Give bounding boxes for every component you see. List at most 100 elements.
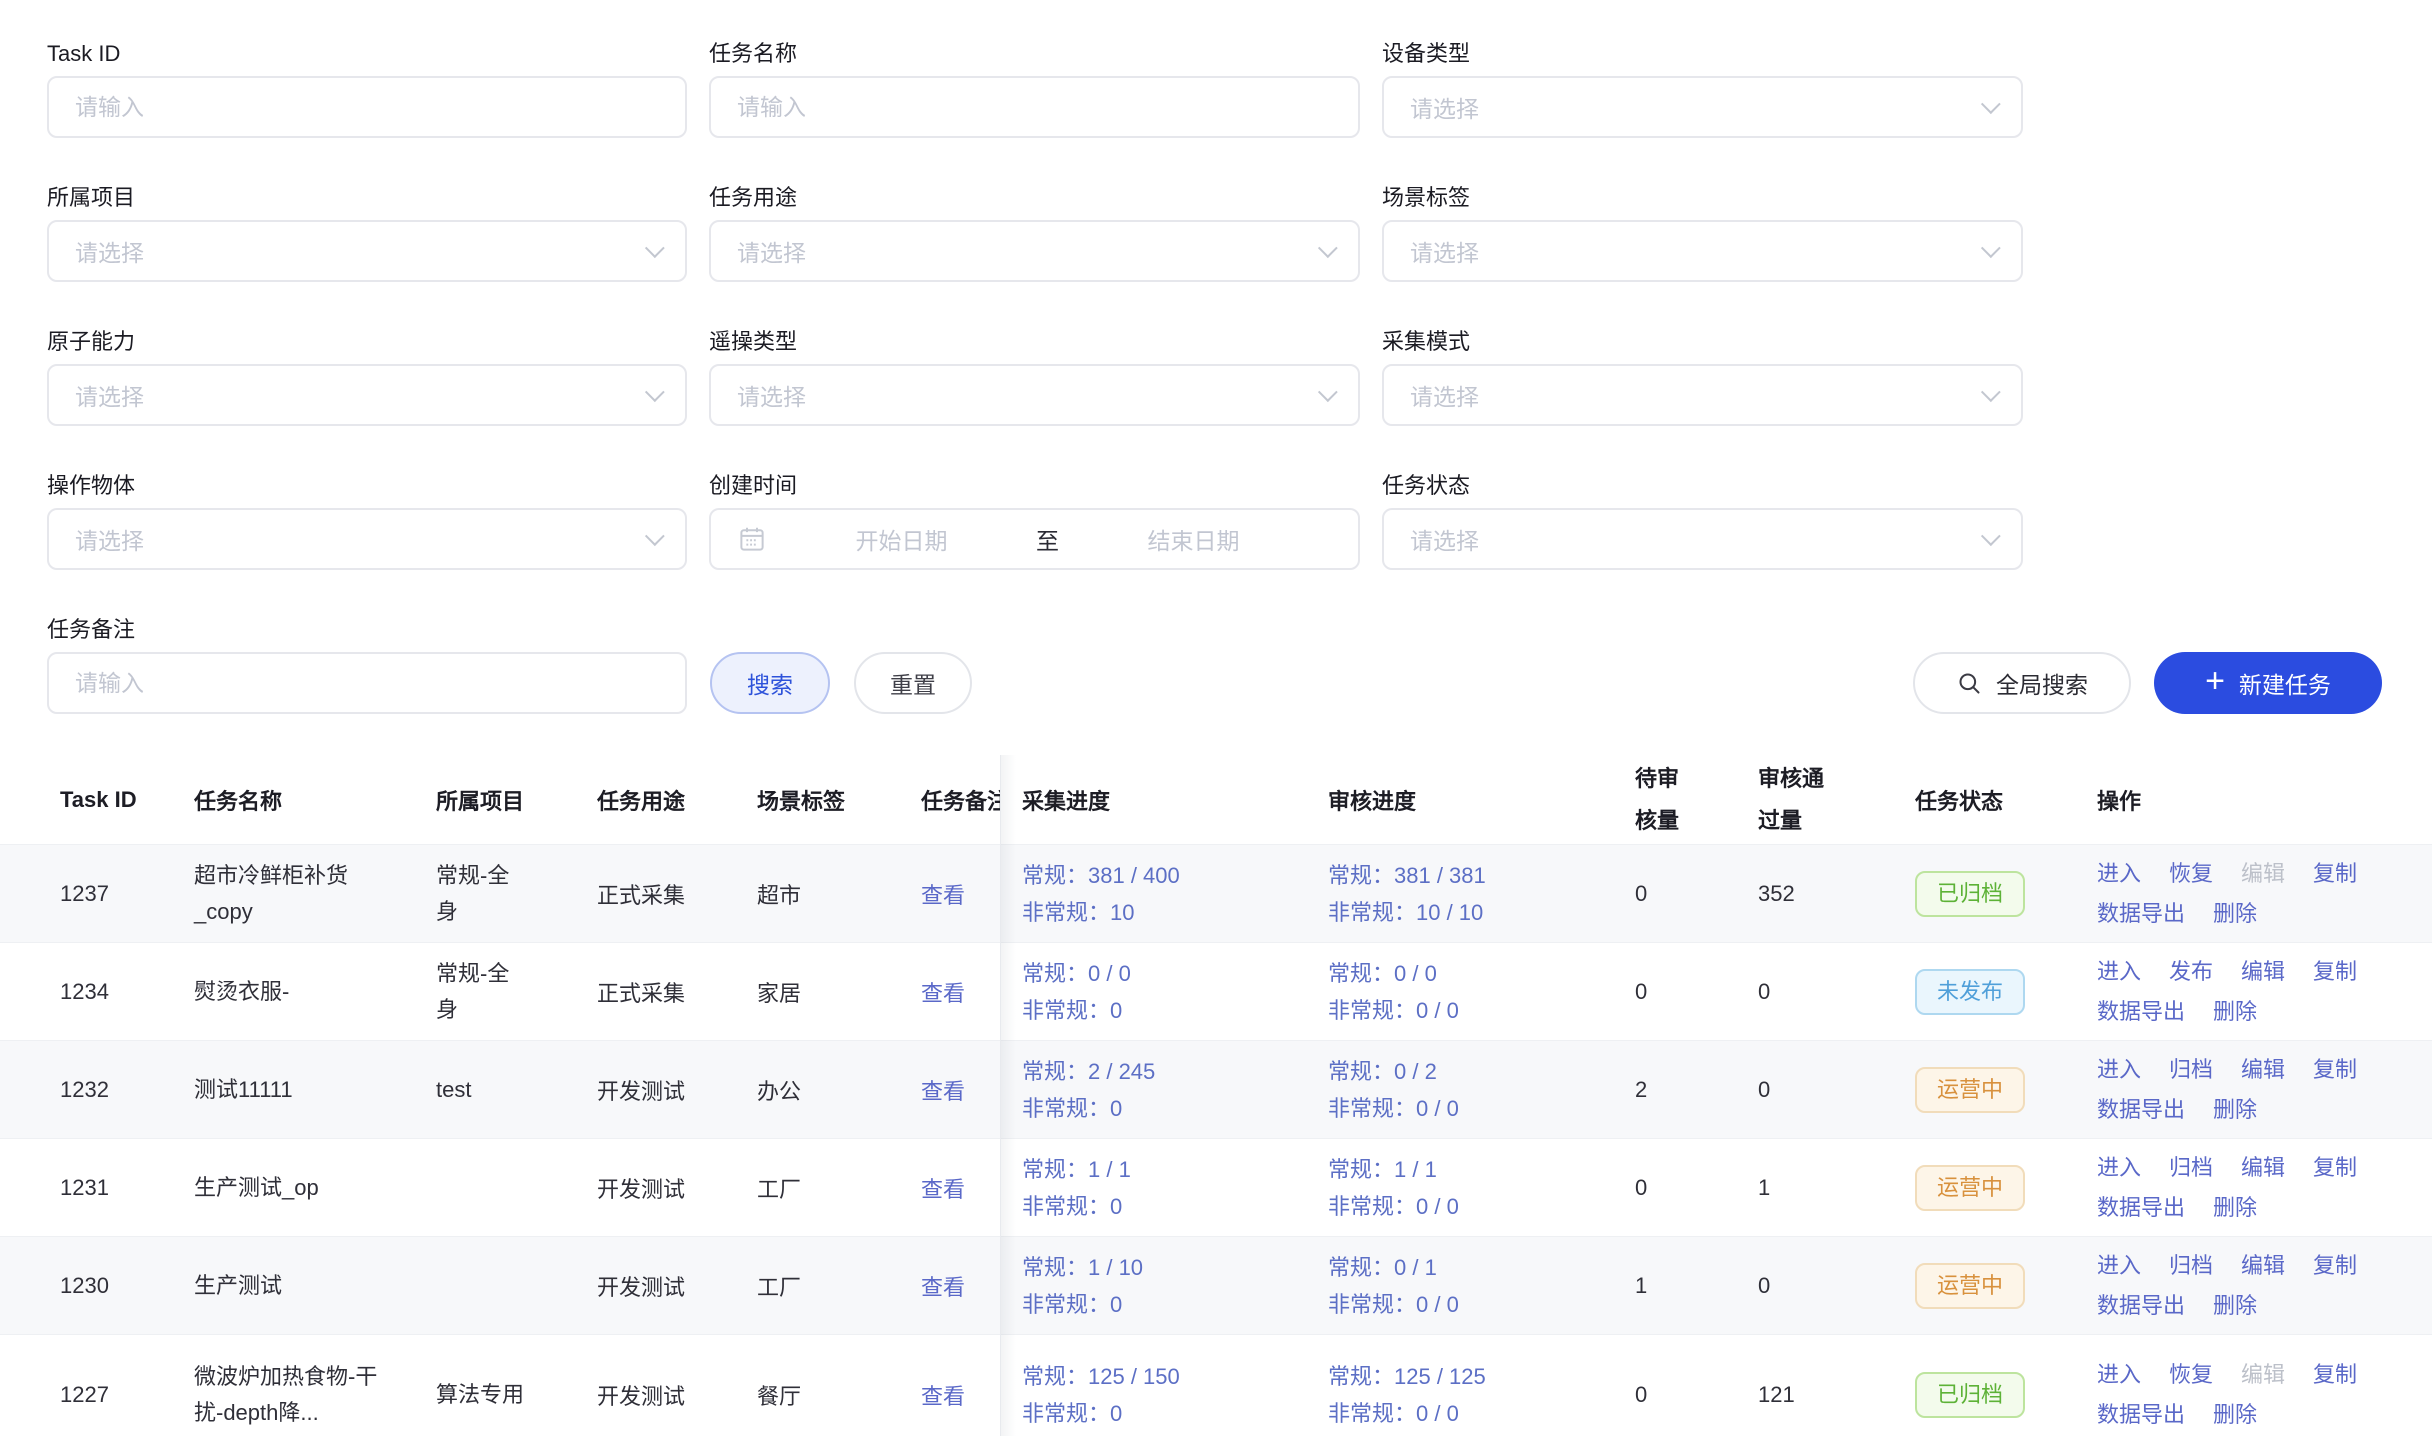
header-pending-label: 待审核量 bbox=[1635, 758, 1683, 842]
review-regular: 常规：0 / 0 bbox=[1328, 955, 1625, 992]
table-header-row: Task ID 任务名称 所属项目 任务用途 场景标签 任务备注 采集进度 审核… bbox=[0, 755, 2432, 845]
header-purpose: 任务用途 bbox=[597, 784, 757, 816]
cell-approved-count: 0 bbox=[1748, 1273, 1915, 1299]
task-id-input[interactable] bbox=[47, 76, 687, 138]
task-name-input[interactable] bbox=[709, 76, 1360, 138]
atomic-capability-select[interactable]: 请选择 bbox=[47, 364, 687, 426]
operation-object-select[interactable]: 请选择 bbox=[47, 508, 687, 570]
action-link: 编辑 bbox=[2241, 859, 2285, 889]
review-regular: 常规：0 / 1 bbox=[1328, 1249, 1625, 1286]
chevron-down-icon bbox=[645, 526, 665, 546]
create-time-range-picker[interactable]: 开始日期 至 结束日期 bbox=[709, 508, 1360, 570]
filter-grid: Task ID 任务名称 设备类型 请选择 所属项目 请选择 bbox=[47, 40, 2382, 570]
action-link[interactable]: 归档 bbox=[2169, 1251, 2213, 1281]
action-link[interactable]: 进入 bbox=[2097, 957, 2141, 987]
cell-task-id: 1231 bbox=[60, 1175, 194, 1201]
action-link[interactable]: 进入 bbox=[2097, 859, 2141, 889]
status-badge: 运营中 bbox=[1915, 1165, 2025, 1211]
status-badge: 运营中 bbox=[1915, 1263, 2025, 1309]
action-link[interactable]: 复制 bbox=[2313, 1360, 2357, 1390]
scene-tag-select[interactable]: 请选择 bbox=[1382, 220, 2023, 282]
field-label: 遥操类型 bbox=[709, 328, 1360, 356]
action-link[interactable]: 删除 bbox=[2213, 997, 2257, 1027]
action-link[interactable]: 发布 bbox=[2169, 957, 2213, 987]
action-link[interactable]: 复制 bbox=[2313, 1055, 2357, 1085]
global-search-button[interactable]: 全局搜索 bbox=[1913, 652, 2131, 714]
action-link[interactable]: 删除 bbox=[2213, 1400, 2257, 1430]
action-link[interactable]: 编辑 bbox=[2241, 957, 2285, 987]
task-purpose-select[interactable]: 请选择 bbox=[709, 220, 1360, 282]
teleop-type-select[interactable]: 请选择 bbox=[709, 364, 1360, 426]
view-remark-link[interactable]: 查看 bbox=[921, 981, 965, 1006]
action-link[interactable]: 数据导出 bbox=[2097, 1193, 2185, 1223]
cell-status: 未发布 bbox=[1915, 969, 2097, 1015]
header-approved-label: 审核通过量 bbox=[1758, 758, 1828, 842]
view-remark-link[interactable]: 查看 bbox=[921, 883, 965, 908]
chevron-down-icon bbox=[1981, 382, 2001, 402]
create-task-button[interactable]: + 新建任务 bbox=[2154, 652, 2382, 714]
collect-regular: 常规：2 / 245 bbox=[1022, 1053, 1328, 1090]
calendar-icon bbox=[737, 524, 767, 554]
action-link[interactable]: 进入 bbox=[2097, 1360, 2141, 1390]
action-link[interactable]: 编辑 bbox=[2241, 1251, 2285, 1281]
cell-task-name: 生产测试_op bbox=[194, 1170, 379, 1206]
device-type-select[interactable]: 请选择 bbox=[1382, 76, 2023, 138]
view-remark-link[interactable]: 查看 bbox=[921, 1079, 965, 1104]
header-approved-count: 审核通过量 bbox=[1748, 758, 1915, 842]
task-status-select[interactable]: 请选择 bbox=[1382, 508, 2023, 570]
cell-status: 运营中 bbox=[1915, 1067, 2097, 1113]
collect-mode-select[interactable]: 请选择 bbox=[1382, 364, 2023, 426]
chevron-down-icon bbox=[645, 238, 665, 258]
action-link[interactable]: 删除 bbox=[2213, 1291, 2257, 1321]
cell-scene: 家居 bbox=[757, 976, 921, 1008]
cell-actions: 进入 归档 编辑 复制 数据导出 删除 bbox=[2097, 1251, 2432, 1321]
view-remark-link[interactable]: 查看 bbox=[921, 1177, 965, 1202]
project-select[interactable]: 请选择 bbox=[47, 220, 687, 282]
collect-irregular: 非常规：0 bbox=[1022, 1395, 1328, 1432]
cell-scene: 超市 bbox=[757, 878, 921, 910]
cell-actions: 进入 归档 编辑 复制 数据导出 删除 bbox=[2097, 1153, 2432, 1223]
action-link[interactable]: 进入 bbox=[2097, 1055, 2141, 1085]
action-link[interactable]: 归档 bbox=[2169, 1153, 2213, 1183]
action-link[interactable]: 删除 bbox=[2213, 899, 2257, 929]
action-link[interactable]: 删除 bbox=[2213, 1095, 2257, 1125]
cell-task-name: 生产测试 bbox=[194, 1268, 379, 1304]
action-link[interactable]: 复制 bbox=[2313, 1153, 2357, 1183]
action-link[interactable]: 编辑 bbox=[2241, 1153, 2285, 1183]
action-link[interactable]: 复制 bbox=[2313, 859, 2357, 889]
action-link[interactable]: 进入 bbox=[2097, 1251, 2141, 1281]
collect-regular: 常规：0 / 0 bbox=[1022, 955, 1328, 992]
action-link[interactable]: 恢复 bbox=[2169, 859, 2213, 889]
field-label: 操作物体 bbox=[47, 472, 687, 500]
action-link[interactable]: 恢复 bbox=[2169, 1360, 2213, 1390]
action-link[interactable]: 进入 bbox=[2097, 1153, 2141, 1183]
view-remark-link[interactable]: 查看 bbox=[921, 1384, 965, 1409]
cell-status: 运营中 bbox=[1915, 1263, 2097, 1309]
view-remark-link[interactable]: 查看 bbox=[921, 1275, 965, 1300]
field-label: Task ID bbox=[47, 40, 687, 68]
cell-actions: 进入 发布 编辑 复制 数据导出 删除 bbox=[2097, 957, 2432, 1027]
cell-scene: 工厂 bbox=[757, 1172, 921, 1204]
action-link: 编辑 bbox=[2241, 1360, 2285, 1390]
cell-task-id: 1227 bbox=[60, 1382, 194, 1408]
task-remark-input[interactable] bbox=[47, 652, 687, 714]
cell-actions: 进入 恢复 编辑 复制 数据导出 删除 bbox=[2097, 859, 2432, 929]
global-search-label: 全局搜索 bbox=[1996, 666, 2088, 700]
field-label: 采集模式 bbox=[1382, 328, 2023, 356]
action-link[interactable]: 数据导出 bbox=[2097, 1291, 2185, 1321]
action-link[interactable]: 归档 bbox=[2169, 1055, 2213, 1085]
status-badge: 已归档 bbox=[1915, 871, 2025, 917]
cell-task-id: 1237 bbox=[60, 881, 194, 907]
action-link[interactable]: 数据导出 bbox=[2097, 899, 2185, 929]
action-link[interactable]: 复制 bbox=[2313, 1251, 2357, 1281]
filter-task-name: 任务名称 bbox=[709, 40, 1360, 138]
reset-button[interactable]: 重置 bbox=[854, 652, 972, 714]
action-link[interactable]: 复制 bbox=[2313, 957, 2357, 987]
action-link[interactable]: 数据导出 bbox=[2097, 997, 2185, 1027]
action-link[interactable]: 数据导出 bbox=[2097, 1400, 2185, 1430]
action-link[interactable]: 编辑 bbox=[2241, 1055, 2285, 1085]
action-link[interactable]: 数据导出 bbox=[2097, 1095, 2185, 1125]
action-link[interactable]: 删除 bbox=[2213, 1193, 2257, 1223]
search-button[interactable]: 搜索 bbox=[710, 652, 830, 714]
field-label: 所属项目 bbox=[47, 184, 687, 212]
